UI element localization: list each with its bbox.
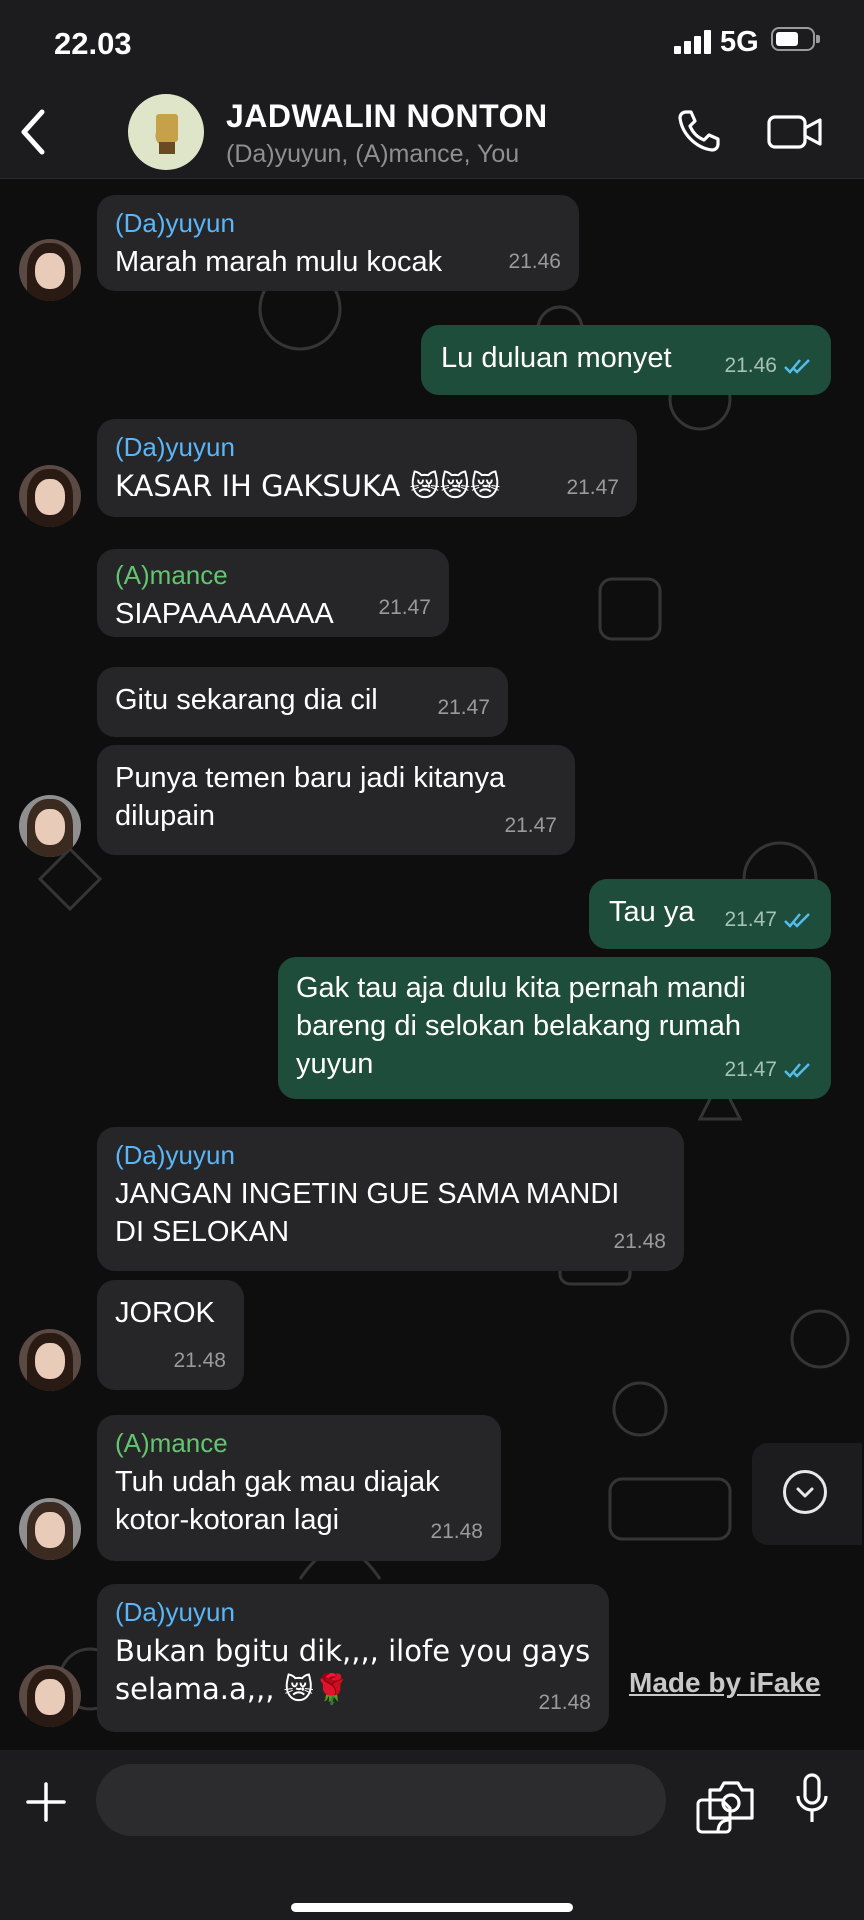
- status-time: 22.03: [54, 26, 132, 61]
- message-time: 21.48: [538, 1691, 591, 1714]
- group-avatar[interactable]: [128, 94, 204, 170]
- scroll-to-bottom-button[interactable]: [752, 1443, 862, 1545]
- message-bubble[interactable]: (Da)yuyun Marah marah mulu kocak 21.46: [97, 195, 579, 291]
- message-time: 21.47: [566, 476, 619, 499]
- message-time: 21.47: [724, 908, 777, 931]
- message-text: Marah marah mulu kocak: [115, 246, 443, 278]
- network-type: 5G: [720, 26, 759, 58]
- message-time: 21.48: [173, 1349, 226, 1372]
- message-time: 21.46: [508, 250, 561, 273]
- camera-icon[interactable]: [706, 1778, 756, 1822]
- message-text: Gitu sekarang dia cil: [115, 684, 378, 716]
- avatar[interactable]: [19, 795, 81, 857]
- message-text: Bukan bgitu dik,,,, ilofe you gays selam…: [115, 1634, 591, 1706]
- message-bubble[interactable]: (Da)yuyun JANGAN INGETIN GUE SAMA MANDI …: [97, 1127, 684, 1271]
- message-time: 21.47: [437, 696, 490, 719]
- double-check-icon: [784, 1063, 810, 1078]
- message-input-bar: [0, 1750, 864, 1920]
- sender-name: (Da)yuyun: [115, 1597, 235, 1627]
- message-bubble[interactable]: (A)mance SIAPAAAAAAAA 21.47: [97, 549, 449, 637]
- chat-header: JADWALIN NONTON (Da)yuyun, (A)mance, You: [0, 86, 864, 179]
- status-bar: 22.03 5G: [0, 0, 864, 86]
- message-text: Punya temen baru jadi kitanya dilupain: [115, 762, 506, 832]
- home-indicator[interactable]: [291, 1903, 573, 1912]
- message-bubble[interactable]: (Da)yuyun KASAR IH GAKSUKA 😿😿😿 21.47: [97, 419, 637, 517]
- message-time: 21.47: [504, 814, 557, 837]
- sender-name: (Da)yuyun: [115, 208, 235, 238]
- avatar[interactable]: [19, 1498, 81, 1560]
- message-text: KASAR IH GAKSUKA 😿😿😿: [115, 469, 501, 503]
- avatar[interactable]: [19, 1665, 81, 1727]
- chat-title[interactable]: JADWALIN NONTON: [226, 98, 548, 135]
- message-text: Tuh udah gak mau diajak kotor-kotoran la…: [115, 1466, 440, 1536]
- message-time: 21.47: [724, 1058, 777, 1081]
- chat-participants[interactable]: (Da)yuyun, (A)mance, You: [226, 140, 519, 169]
- signal-icon: [674, 30, 712, 54]
- message-bubble[interactable]: Lu duluan monyet 21.46: [421, 325, 831, 395]
- message-bubble[interactable]: (Da)yuyun Bukan bgitu dik,,,, ilofe you …: [97, 1584, 609, 1732]
- message-bubble[interactable]: Tau ya 21.47: [589, 879, 831, 949]
- plus-icon[interactable]: [24, 1780, 68, 1824]
- sender-name: (A)mance: [115, 1428, 228, 1458]
- message-input[interactable]: [96, 1764, 732, 1836]
- message-bubble[interactable]: JOROK 21.48: [97, 1280, 244, 1390]
- message-bubble[interactable]: Gak tau aja dulu kita pernah mandi baren…: [278, 957, 831, 1099]
- phone-icon[interactable]: [676, 108, 722, 154]
- battery-icon: [771, 27, 820, 51]
- message-text: JOROK: [115, 1297, 215, 1329]
- message-text: JANGAN INGETIN GUE SAMA MANDI DI SELOKAN: [115, 1178, 620, 1248]
- double-check-icon: [784, 913, 810, 928]
- watermark: Made by iFake: [629, 1667, 821, 1698]
- sender-name: (Da)yuyun: [115, 432, 235, 462]
- double-check-icon: [784, 359, 810, 374]
- message-bubble[interactable]: Punya temen baru jadi kitanya dilupain 2…: [97, 745, 575, 855]
- message-bubble[interactable]: Gitu sekarang dia cil 21.47: [97, 667, 508, 737]
- chevron-left-icon[interactable]: [14, 104, 54, 160]
- chevron-down-icon: [783, 1470, 827, 1514]
- message-time: 21.46: [724, 354, 777, 377]
- avatar[interactable]: [19, 465, 81, 527]
- message-time: 21.48: [430, 1520, 483, 1543]
- avatar[interactable]: [19, 1329, 81, 1391]
- video-camera-icon[interactable]: [766, 110, 824, 154]
- microphone-icon[interactable]: [792, 1772, 832, 1828]
- avatar[interactable]: [19, 239, 81, 301]
- message-time: 21.47: [378, 596, 431, 619]
- message-time: 21.48: [613, 1230, 666, 1253]
- message-bubble[interactable]: (A)mance Tuh udah gak mau diajak kotor-k…: [97, 1415, 501, 1561]
- sender-name: (Da)yuyun: [115, 1140, 235, 1170]
- sender-name: (A)mance: [115, 560, 228, 590]
- chat-area[interactable]: (Da)yuyun Marah marah mulu kocak 21.46 L…: [0, 179, 864, 1750]
